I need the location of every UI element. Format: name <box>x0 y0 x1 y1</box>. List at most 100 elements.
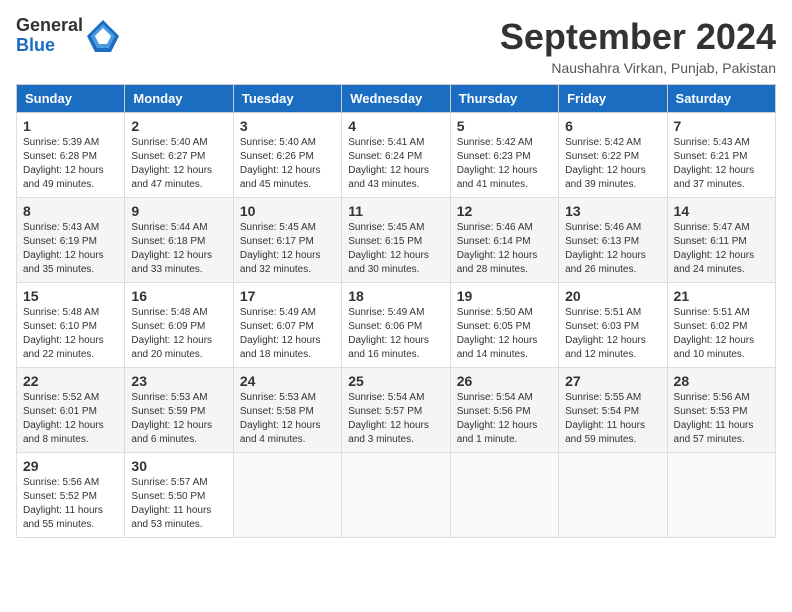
day-info: Sunrise: 5:54 AMSunset: 5:56 PMDaylight:… <box>457 392 538 445</box>
day-number: 2 <box>131 118 226 134</box>
day-info: Sunrise: 5:43 AMSunset: 6:19 PMDaylight:… <box>23 222 104 275</box>
calendar-cell: 21 Sunrise: 5:51 AMSunset: 6:02 PMDaylig… <box>667 283 775 368</box>
location-title: Naushahra Virkan, Punjab, Pakistan <box>500 60 776 76</box>
day-info: Sunrise: 5:55 AMSunset: 5:54 PMDaylight:… <box>565 392 645 445</box>
day-number: 18 <box>348 288 443 304</box>
logo: General Blue <box>16 16 121 56</box>
calendar-cell: 4 Sunrise: 5:41 AMSunset: 6:24 PMDayligh… <box>342 113 450 198</box>
day-number: 8 <box>23 203 118 219</box>
weekday-header: Saturday <box>667 85 775 113</box>
calendar-cell: 5 Sunrise: 5:42 AMSunset: 6:23 PMDayligh… <box>450 113 558 198</box>
day-number: 12 <box>457 203 552 219</box>
day-number: 7 <box>674 118 769 134</box>
month-title: September 2024 <box>500 16 776 58</box>
day-info: Sunrise: 5:45 AMSunset: 6:15 PMDaylight:… <box>348 222 429 275</box>
day-info: Sunrise: 5:51 AMSunset: 6:02 PMDaylight:… <box>674 307 755 360</box>
day-number: 25 <box>348 373 443 389</box>
calendar-cell: 18 Sunrise: 5:49 AMSunset: 6:06 PMDaylig… <box>342 283 450 368</box>
day-info: Sunrise: 5:40 AMSunset: 6:26 PMDaylight:… <box>240 137 321 190</box>
calendar-cell <box>450 453 558 538</box>
calendar-cell: 17 Sunrise: 5:49 AMSunset: 6:07 PMDaylig… <box>233 283 341 368</box>
logo-general-text: General <box>16 16 83 36</box>
calendar-cell: 19 Sunrise: 5:50 AMSunset: 6:05 PMDaylig… <box>450 283 558 368</box>
day-info: Sunrise: 5:40 AMSunset: 6:27 PMDaylight:… <box>131 137 212 190</box>
calendar-cell: 25 Sunrise: 5:54 AMSunset: 5:57 PMDaylig… <box>342 368 450 453</box>
weekday-header: Wednesday <box>342 85 450 113</box>
day-info: Sunrise: 5:46 AMSunset: 6:14 PMDaylight:… <box>457 222 538 275</box>
calendar-cell: 14 Sunrise: 5:47 AMSunset: 6:11 PMDaylig… <box>667 198 775 283</box>
day-number: 24 <box>240 373 335 389</box>
calendar-cell: 8 Sunrise: 5:43 AMSunset: 6:19 PMDayligh… <box>17 198 125 283</box>
calendar-cell: 6 Sunrise: 5:42 AMSunset: 6:22 PMDayligh… <box>559 113 667 198</box>
calendar-cell: 2 Sunrise: 5:40 AMSunset: 6:27 PMDayligh… <box>125 113 233 198</box>
day-number: 21 <box>674 288 769 304</box>
calendar-cell: 28 Sunrise: 5:56 AMSunset: 5:53 PMDaylig… <box>667 368 775 453</box>
calendar-cell: 12 Sunrise: 5:46 AMSunset: 6:14 PMDaylig… <box>450 198 558 283</box>
calendar-cell: 27 Sunrise: 5:55 AMSunset: 5:54 PMDaylig… <box>559 368 667 453</box>
weekday-header: Sunday <box>17 85 125 113</box>
day-number: 11 <box>348 203 443 219</box>
day-number: 13 <box>565 203 660 219</box>
day-info: Sunrise: 5:56 AMSunset: 5:52 PMDaylight:… <box>23 477 103 530</box>
calendar-cell: 29 Sunrise: 5:56 AMSunset: 5:52 PMDaylig… <box>17 453 125 538</box>
calendar-cell <box>233 453 341 538</box>
day-info: Sunrise: 5:56 AMSunset: 5:53 PMDaylight:… <box>674 392 754 445</box>
day-info: Sunrise: 5:39 AMSunset: 6:28 PMDaylight:… <box>23 137 104 190</box>
weekday-header: Monday <box>125 85 233 113</box>
weekday-header: Friday <box>559 85 667 113</box>
weekday-header: Thursday <box>450 85 558 113</box>
day-info: Sunrise: 5:43 AMSunset: 6:21 PMDaylight:… <box>674 137 755 190</box>
calendar-cell: 9 Sunrise: 5:44 AMSunset: 6:18 PMDayligh… <box>125 198 233 283</box>
logo-blue-text: Blue <box>16 36 83 56</box>
calendar-cell: 23 Sunrise: 5:53 AMSunset: 5:59 PMDaylig… <box>125 368 233 453</box>
calendar-cell: 22 Sunrise: 5:52 AMSunset: 6:01 PMDaylig… <box>17 368 125 453</box>
day-number: 4 <box>348 118 443 134</box>
day-info: Sunrise: 5:47 AMSunset: 6:11 PMDaylight:… <box>674 222 755 275</box>
calendar-cell: 1 Sunrise: 5:39 AMSunset: 6:28 PMDayligh… <box>17 113 125 198</box>
day-info: Sunrise: 5:41 AMSunset: 6:24 PMDaylight:… <box>348 137 429 190</box>
day-number: 1 <box>23 118 118 134</box>
day-number: 17 <box>240 288 335 304</box>
day-info: Sunrise: 5:52 AMSunset: 6:01 PMDaylight:… <box>23 392 104 445</box>
calendar-cell: 15 Sunrise: 5:48 AMSunset: 6:10 PMDaylig… <box>17 283 125 368</box>
day-number: 26 <box>457 373 552 389</box>
day-info: Sunrise: 5:46 AMSunset: 6:13 PMDaylight:… <box>565 222 646 275</box>
calendar-cell <box>559 453 667 538</box>
day-number: 3 <box>240 118 335 134</box>
calendar-cell: 13 Sunrise: 5:46 AMSunset: 6:13 PMDaylig… <box>559 198 667 283</box>
calendar-cell: 11 Sunrise: 5:45 AMSunset: 6:15 PMDaylig… <box>342 198 450 283</box>
calendar-cell: 30 Sunrise: 5:57 AMSunset: 5:50 PMDaylig… <box>125 453 233 538</box>
day-number: 30 <box>131 458 226 474</box>
day-number: 10 <box>240 203 335 219</box>
day-number: 15 <box>23 288 118 304</box>
day-number: 28 <box>674 373 769 389</box>
day-number: 20 <box>565 288 660 304</box>
title-block: September 2024 Naushahra Virkan, Punjab,… <box>500 16 776 76</box>
day-info: Sunrise: 5:53 AMSunset: 5:58 PMDaylight:… <box>240 392 321 445</box>
day-info: Sunrise: 5:48 AMSunset: 6:10 PMDaylight:… <box>23 307 104 360</box>
calendar-cell: 7 Sunrise: 5:43 AMSunset: 6:21 PMDayligh… <box>667 113 775 198</box>
logo-icon <box>85 18 121 54</box>
day-number: 29 <box>23 458 118 474</box>
day-number: 5 <box>457 118 552 134</box>
calendar-cell: 26 Sunrise: 5:54 AMSunset: 5:56 PMDaylig… <box>450 368 558 453</box>
day-info: Sunrise: 5:51 AMSunset: 6:03 PMDaylight:… <box>565 307 646 360</box>
day-number: 19 <box>457 288 552 304</box>
day-info: Sunrise: 5:49 AMSunset: 6:07 PMDaylight:… <box>240 307 321 360</box>
calendar-cell: 20 Sunrise: 5:51 AMSunset: 6:03 PMDaylig… <box>559 283 667 368</box>
day-number: 16 <box>131 288 226 304</box>
day-info: Sunrise: 5:45 AMSunset: 6:17 PMDaylight:… <box>240 222 321 275</box>
day-info: Sunrise: 5:54 AMSunset: 5:57 PMDaylight:… <box>348 392 429 445</box>
day-number: 14 <box>674 203 769 219</box>
day-info: Sunrise: 5:48 AMSunset: 6:09 PMDaylight:… <box>131 307 212 360</box>
day-info: Sunrise: 5:49 AMSunset: 6:06 PMDaylight:… <box>348 307 429 360</box>
day-info: Sunrise: 5:44 AMSunset: 6:18 PMDaylight:… <box>131 222 212 275</box>
day-info: Sunrise: 5:53 AMSunset: 5:59 PMDaylight:… <box>131 392 212 445</box>
calendar-table: SundayMondayTuesdayWednesdayThursdayFrid… <box>16 84 776 538</box>
calendar-cell: 10 Sunrise: 5:45 AMSunset: 6:17 PMDaylig… <box>233 198 341 283</box>
calendar-cell: 3 Sunrise: 5:40 AMSunset: 6:26 PMDayligh… <box>233 113 341 198</box>
weekday-header: Tuesday <box>233 85 341 113</box>
calendar-cell <box>667 453 775 538</box>
day-info: Sunrise: 5:42 AMSunset: 6:22 PMDaylight:… <box>565 137 646 190</box>
day-number: 6 <box>565 118 660 134</box>
